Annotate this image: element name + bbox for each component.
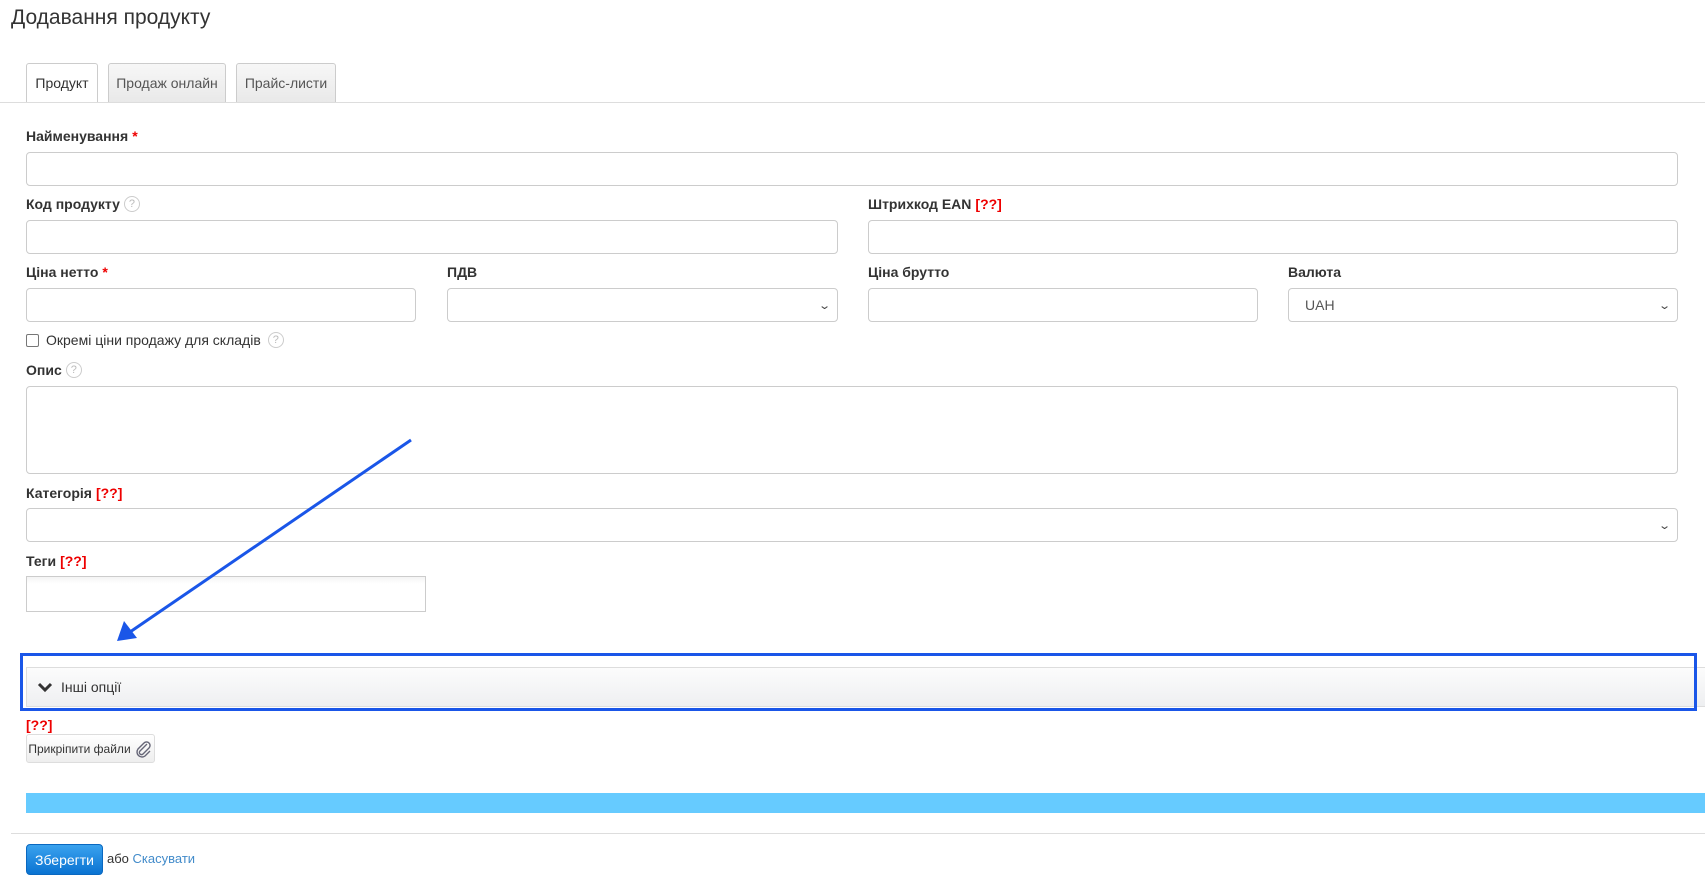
- tags-label-text: Теги: [26, 553, 57, 569]
- cancel-link[interactable]: Скасувати: [133, 851, 196, 866]
- chevron-down-icon: ⌄: [817, 299, 831, 312]
- required-marker: *: [102, 264, 108, 280]
- tags-input[interactable]: [26, 576, 426, 612]
- progress-bar: [26, 793, 1705, 813]
- vat-label: ПДВ: [447, 264, 478, 280]
- tab-online-sales[interactable]: Продаж онлайн: [108, 63, 226, 103]
- chevron-down-icon: ⌄: [1657, 519, 1671, 532]
- gross-price-label: Ціна брутто: [868, 264, 950, 280]
- currency-label: Валюта: [1288, 264, 1342, 280]
- tags-label: Теги [??]: [26, 553, 87, 569]
- help-icon[interactable]: ?: [123, 196, 140, 212]
- or-text: або: [107, 851, 129, 866]
- other-options-label: Інші опції: [61, 679, 122, 695]
- net-price-label-text: Ціна нетто: [26, 264, 99, 280]
- description-textarea[interactable]: [26, 386, 1678, 474]
- name-label: Найменування *: [26, 128, 138, 144]
- category-label-text: Категорія: [26, 485, 92, 501]
- category-label: Категорія [??]: [26, 485, 122, 501]
- footer-actions: або Скасувати: [107, 851, 195, 866]
- description-label: Опис ?: [26, 362, 82, 378]
- ean-label: Штрихкод EAN [??]: [868, 196, 1002, 212]
- separate-prices-row: Окремі ціни продажу для складів ?: [26, 332, 284, 348]
- tab-divider: [0, 102, 1705, 103]
- currency-value: UAH: [1305, 297, 1335, 313]
- net-price-input[interactable]: [26, 288, 416, 322]
- currency-select[interactable]: UAH ⌄: [1288, 288, 1678, 322]
- help-icon[interactable]: ?: [65, 362, 82, 378]
- footer-divider: [11, 833, 1705, 834]
- attach-files-label: Прикріпити файли: [28, 741, 131, 756]
- chevron-down-icon: [37, 682, 53, 693]
- code-input[interactable]: [26, 220, 838, 254]
- ean-label-text: Штрихкод EAN: [868, 196, 972, 212]
- other-options-accordion[interactable]: Інші опції: [26, 667, 1705, 707]
- tab-product[interactable]: Продукт: [26, 63, 98, 103]
- missing-translation-marker: [??]: [975, 196, 1002, 212]
- code-label: Код продукту ?: [26, 196, 140, 212]
- help-icon[interactable]: ?: [267, 332, 284, 348]
- required-marker: *: [132, 128, 138, 144]
- vat-select[interactable]: ⌄: [447, 288, 838, 322]
- attach-files-button[interactable]: Прикріпити файли: [26, 734, 155, 763]
- missing-translation-marker: [??]: [95, 485, 123, 501]
- name-label-text: Найменування: [26, 128, 129, 144]
- gross-price-input[interactable]: [868, 288, 1258, 322]
- paperclip-icon: [135, 740, 151, 758]
- page-title: Додавання продукту: [11, 6, 211, 29]
- net-price-label: Ціна нетто *: [26, 264, 108, 280]
- separate-prices-label[interactable]: Окремі ціни продажу для складів: [46, 332, 261, 348]
- save-button[interactable]: Зберегти: [26, 844, 103, 875]
- attachments-warning: [??]: [26, 717, 53, 733]
- name-input[interactable]: [26, 152, 1678, 186]
- category-select[interactable]: ⌄: [26, 508, 1678, 542]
- separate-prices-checkbox[interactable]: [26, 333, 39, 347]
- chevron-down-icon: ⌄: [1657, 299, 1671, 312]
- description-label-text: Опис: [26, 362, 62, 378]
- code-label-text: Код продукту: [26, 196, 120, 212]
- tab-price-lists[interactable]: Прайс-листи: [236, 63, 336, 103]
- missing-translation-marker: [??]: [60, 553, 87, 569]
- ean-input[interactable]: [868, 220, 1678, 254]
